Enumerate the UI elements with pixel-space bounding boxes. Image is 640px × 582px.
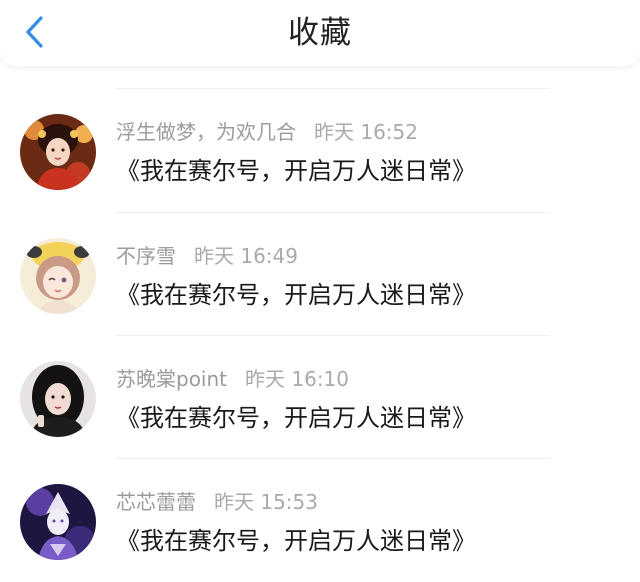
page-title: 收藏	[288, 15, 352, 51]
avatar-image	[20, 361, 96, 437]
username[interactable]: 苏晚棠point	[116, 367, 227, 391]
timestamp: 昨天 15:53	[214, 490, 318, 514]
list-item[interactable]: 不序雪 昨天 16:49 《我在赛尔号，开启万人迷日常》	[0, 212, 640, 332]
username[interactable]: 浮生做梦，为欢几合	[116, 120, 296, 144]
avatar[interactable]	[20, 484, 96, 560]
favorites-page: 收藏 浮生做梦，为欢几合 昨天 16:52 《我在赛尔号，开启万人迷日常》 不序…	[0, 0, 640, 582]
avatar-image	[20, 114, 96, 190]
book-title[interactable]: 《我在赛尔号，开启万人迷日常》	[116, 401, 476, 435]
timestamp: 昨天 16:52	[314, 120, 418, 144]
list-item[interactable]: 芯芯蕾蕾 昨天 15:53 《我在赛尔号，开启万人迷日常》	[0, 458, 640, 578]
avatar-image	[20, 484, 96, 560]
timestamp: 昨天 16:10	[245, 367, 350, 391]
item-meta: 浮生做梦，为欢几合 昨天 16:52	[116, 118, 418, 146]
book-title[interactable]: 《我在赛尔号，开启万人迷日常》	[116, 524, 476, 558]
username[interactable]: 芯芯蕾蕾	[116, 490, 196, 514]
book-title[interactable]: 《我在赛尔号，开启万人迷日常》	[116, 154, 476, 188]
item-meta: 芯芯蕾蕾 昨天 15:53	[116, 488, 318, 516]
book-title[interactable]: 《我在赛尔号，开启万人迷日常》	[116, 278, 476, 312]
list-item[interactable]: 苏晚棠point 昨天 16:10 《我在赛尔号，开启万人迷日常》	[0, 335, 640, 455]
avatar-image	[20, 238, 96, 314]
header-bar: 收藏	[0, 0, 640, 66]
avatar[interactable]	[20, 114, 96, 190]
item-meta: 苏晚棠point 昨天 16:10	[116, 365, 349, 393]
list-item[interactable]: 浮生做梦，为欢几合 昨天 16:52 《我在赛尔号，开启万人迷日常》	[0, 88, 640, 208]
avatar[interactable]	[20, 238, 96, 314]
timestamp: 昨天 16:49	[194, 244, 298, 268]
username[interactable]: 不序雪	[116, 244, 176, 268]
item-meta: 不序雪 昨天 16:49	[116, 242, 298, 270]
avatar[interactable]	[20, 361, 96, 437]
